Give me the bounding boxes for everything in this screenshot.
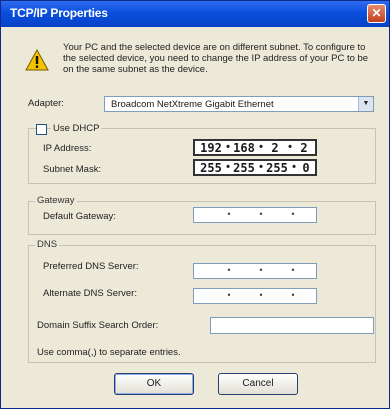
alternate-dns-field[interactable]: • • • <box>193 288 317 304</box>
warning-message: Your PC and the selected device are on d… <box>63 42 369 75</box>
octet-separator: • <box>259 265 263 275</box>
separator-hint: Use comma(,) to separate entries. <box>37 347 181 358</box>
ip-address-label: IP Address: <box>43 143 92 154</box>
alternate-dns-label: Alternate DNS Server: <box>43 288 137 299</box>
warning-icon <box>25 49 49 71</box>
adapter-label: Adapter: <box>28 98 64 109</box>
ip-octet-3: 2 <box>271 141 279 155</box>
domain-suffix-input[interactable] <box>210 317 374 334</box>
preferred-dns-field[interactable]: • • • <box>193 263 317 279</box>
chevron-down-icon[interactable]: ▼ <box>358 97 373 111</box>
adapter-value: Broadcom NetXtreme Gigabit Ethernet <box>111 99 274 110</box>
octet-separator: • <box>259 290 263 300</box>
mask-octet-4: 0 <box>302 161 310 175</box>
octet-separator: • <box>291 209 295 219</box>
gateway-group-label: Gateway <box>35 195 77 206</box>
octet-separator: • <box>259 209 263 219</box>
ip-address-field[interactable]: 192 • 168 • 2 • 2 <box>193 139 317 156</box>
default-gateway-label: Default Gateway: <box>43 211 116 222</box>
use-dhcp-label[interactable]: Use DHCP <box>51 123 102 134</box>
ok-button[interactable]: OK <box>114 373 194 395</box>
tcpip-dialog: TCP/IP Properties ✕ Your PC and the sele… <box>0 0 390 409</box>
use-dhcp-checkbox[interactable] <box>36 124 47 135</box>
ip-octet-2: 168 <box>233 141 255 155</box>
octet-separator: • <box>291 265 295 275</box>
window-title: TCP/IP Properties <box>10 6 108 20</box>
preferred-dns-label: Preferred DNS Server: <box>43 261 139 272</box>
subnet-mask-label: Subnet Mask: <box>43 164 102 175</box>
title-bar[interactable]: TCP/IP Properties ✕ <box>1 1 389 27</box>
ip-octet-4: 2 <box>300 141 308 155</box>
cancel-button[interactable]: Cancel <box>218 373 298 395</box>
default-gateway-field[interactable]: • • • <box>193 207 317 223</box>
mask-octet-3: 255 <box>266 161 288 175</box>
dns-group-label: DNS <box>35 239 60 250</box>
domain-suffix-label: Domain Suffix Search Order: <box>37 320 159 331</box>
octet-separator: • <box>227 265 231 275</box>
octet-separator: • <box>227 290 231 300</box>
mask-octet-1: 255 <box>200 161 222 175</box>
subnet-mask-field[interactable]: 255 • 255 • 255 • 0 <box>193 159 317 176</box>
octet-separator: • <box>291 290 295 300</box>
ip-octet-1: 192 <box>200 141 222 155</box>
mask-octet-2: 255 <box>233 161 255 175</box>
close-icon[interactable]: ✕ <box>367 4 386 23</box>
octet-separator: • <box>227 209 231 219</box>
adapter-select[interactable]: Broadcom NetXtreme Gigabit Ethernet ▼ <box>104 96 374 112</box>
